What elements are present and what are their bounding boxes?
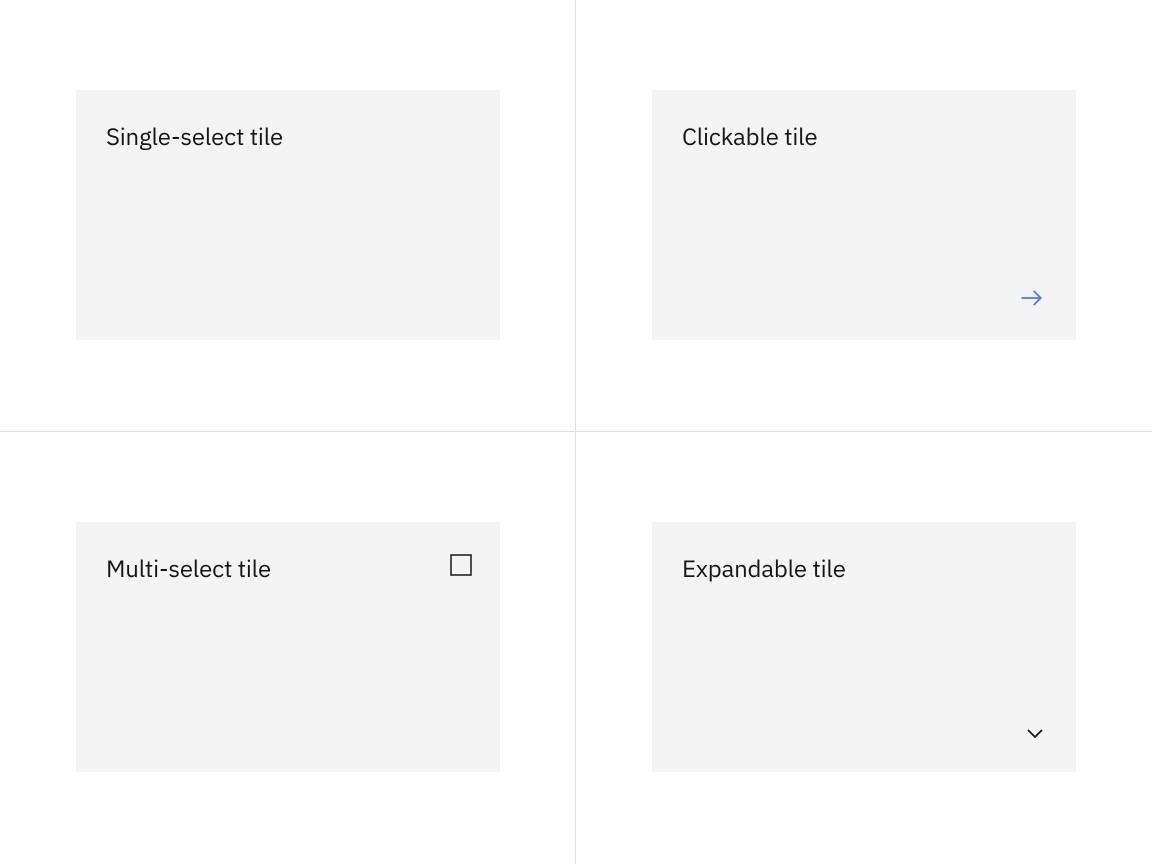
cell-multi-select: Multi-select tile [0,432,576,864]
tile-title: Single-select tile [106,120,470,152]
multi-select-tile[interactable]: Multi-select tile [76,522,500,772]
cell-expandable: Expandable tile [576,432,1152,864]
arrow-right-icon [1018,284,1046,312]
cell-single-select: Single-select tile [0,0,576,432]
tile-title: Expandable tile [682,552,1046,584]
chevron-down-icon[interactable] [1024,722,1046,744]
tile-title: Clickable tile [682,120,1046,152]
clickable-tile[interactable]: Clickable tile [652,90,1076,340]
tile-examples-grid: Single-select tile Clickable tile Multi-… [0,0,1152,864]
expandable-tile[interactable]: Expandable tile [652,522,1076,772]
checkbox-icon[interactable] [450,554,472,576]
single-select-tile[interactable]: Single-select tile [76,90,500,340]
tile-title: Multi-select tile [106,552,470,584]
cell-clickable: Clickable tile [576,0,1152,432]
